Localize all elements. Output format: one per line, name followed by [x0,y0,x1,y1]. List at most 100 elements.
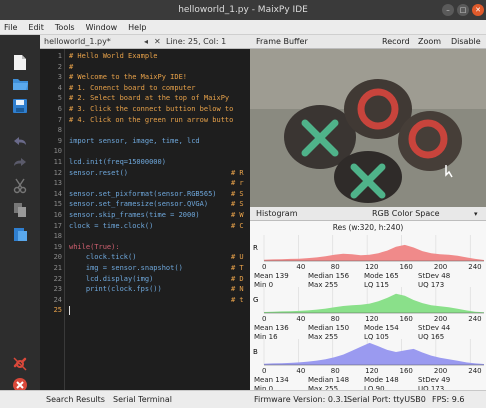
line-number: 17 [53,221,62,230]
stat-median-b: Median 148 [308,376,350,384]
paste-icon[interactable] [11,225,29,242]
menu-item-window[interactable]: Window [86,23,118,32]
x-tick-label: 80 [330,367,340,375]
menu-item-edit[interactable]: Edit [28,23,44,32]
line-number: 21 [53,264,62,272]
code-line: lcd.display(img) [69,274,154,283]
histogram-area: Res (w:320, h:240) R 0 40 80 120 160 200 240 Mea… [250,221,486,393]
maximize-icon[interactable]: □ [457,4,469,16]
nav-left-icon[interactable]: ◂ [144,37,148,46]
histogram-area-r [264,244,484,261]
save-icon[interactable] [11,97,29,114]
stat-mean-g: Mean 136 [254,324,289,332]
left-toolbar [0,35,40,392]
window-title: helloworld_1.py - MaixPy IDE [178,5,308,15]
record-button[interactable]: Record [382,37,410,46]
minimize-icon[interactable]: – [442,4,454,16]
line-number: 23 [53,285,62,294]
stat-median-r: Median 156 [308,272,350,280]
trailing-comment: # t [231,295,244,304]
histogram-title: Histogram [256,209,298,218]
x-tick-label: 200 [433,263,448,271]
line-number: 12 [53,168,62,177]
stat-mode-r: Mode 165 [364,272,399,280]
x-tick-label: 120 [365,367,379,375]
serial-terminal-tab[interactable]: Serial Terminal [113,395,172,404]
x-tick-label: 0 [262,263,267,271]
x-tick-label: 240 [468,263,482,271]
close-icon[interactable]: ✕ [472,4,484,16]
code-line: # 2. Select board at the top of MaixPy [69,94,230,103]
search-results-tab[interactable]: Search Results [46,395,105,404]
code-line: clock.tick() [69,253,137,262]
disable-checkbox[interactable]: Disable [451,37,481,46]
code-line: # 3. Click the connect buttion below to [69,105,234,113]
undo-icon[interactable] [11,132,29,149]
channel-label: G [253,296,258,304]
code-line: # Welcome to the MaixPy IDE! [69,73,188,82]
tab-close-icon[interactable]: ✕ [154,37,161,46]
menu-item-tools[interactable]: Tools [55,23,75,32]
code-line: sensor.set_pixformat(sensor.RGB565) [69,189,217,198]
x-tick-label: 80 [330,263,340,271]
code-line: sensor.set_framesize(sensor.QVGA) [69,200,209,209]
trailing-comment: # N [231,285,244,294]
channel-label: R [253,244,258,252]
histogram-b-plot: B [253,339,484,366]
stat-mean-b: Mean 134 [254,376,289,384]
x-tick-label: 40 [296,263,306,271]
line-number: 14 [53,189,62,198]
camera-frame-image [250,49,486,207]
menu-item-file[interactable]: File [4,23,17,32]
right-panel: Frame Buffer Record Zoom Disable Histogr… [250,35,486,393]
editor-tab[interactable]: helloworld_1.py* [40,37,115,46]
editor-tab-bar: helloworld_1.py* ◂ ✕ Line: 25, Col: 1 [40,35,250,49]
line-number: 20 [53,253,62,262]
line-number: 22 [53,274,62,283]
firmware-version: Firmware Version: 0.3.1 [254,395,349,404]
code-line: clock = time.clock() [69,221,154,230]
line-number: 9 [57,136,62,145]
open-folder-icon[interactable] [11,75,29,92]
x-tick-label: 160 [399,263,413,271]
line-number: 13 [53,179,62,188]
line-number: 7 [57,115,62,124]
redo-icon[interactable] [11,153,29,170]
line-number: 15 [53,200,62,209]
code-line: sensor.skip_frames(time = 2000) [69,211,200,219]
cursor-position: Line: 25, Col: 1 [166,37,227,46]
serial-port: Serial Port: ttyUSB0 [347,395,426,404]
code-line: # Hello World Example [69,52,158,60]
x-tick-label: 40 [296,367,306,375]
line-number: 16 [53,211,62,219]
line-number: 4 [57,83,62,92]
stat-median-g: Median 150 [308,324,350,332]
framebuffer-view [250,49,486,207]
new-file-icon[interactable] [11,54,29,71]
x-tick-label: 160 [399,367,413,375]
x-tick-label: 0 [262,367,267,375]
copy-icon[interactable] [11,201,29,218]
x-tick-label: 160 [399,315,413,323]
stat-mean-r: Mean 139 [254,272,289,280]
x-tick-label: 40 [296,315,306,323]
trailing-comment: # W [231,211,244,219]
code-editor[interactable]: helloworld_1.py* ◂ ✕ Line: 25, Col: 1 1 #… [40,35,250,390]
histogram-r-plot: R [253,235,484,262]
colorspace-select[interactable]: RGB Color Space [372,209,440,218]
code-line: import sensor, image, time, lcd [69,136,200,145]
line-number: 6 [57,105,62,113]
x-tick-label: 0 [262,315,267,323]
chevron-down-icon[interactable]: ▾ [474,210,478,218]
code-line: # 4. Click on the green run arrow butto [69,115,234,124]
cut-icon[interactable] [11,177,29,194]
menu-bar: File Edit Tools Window Help [0,20,486,35]
zoom-checkbox[interactable]: Zoom [418,37,441,46]
x-tick-label: 200 [433,367,448,375]
code-area[interactable]: 1 # Hello World Example 2 #3 # Welcome to th… [40,49,250,390]
connect-icon[interactable] [11,355,29,372]
stat-stdev-b: StDev 49 [418,376,451,384]
line-number: 25 [53,306,62,315]
menu-item-help[interactable]: Help [128,23,146,32]
status-bar: Search Results Serial Terminal Firmware … [0,390,486,408]
